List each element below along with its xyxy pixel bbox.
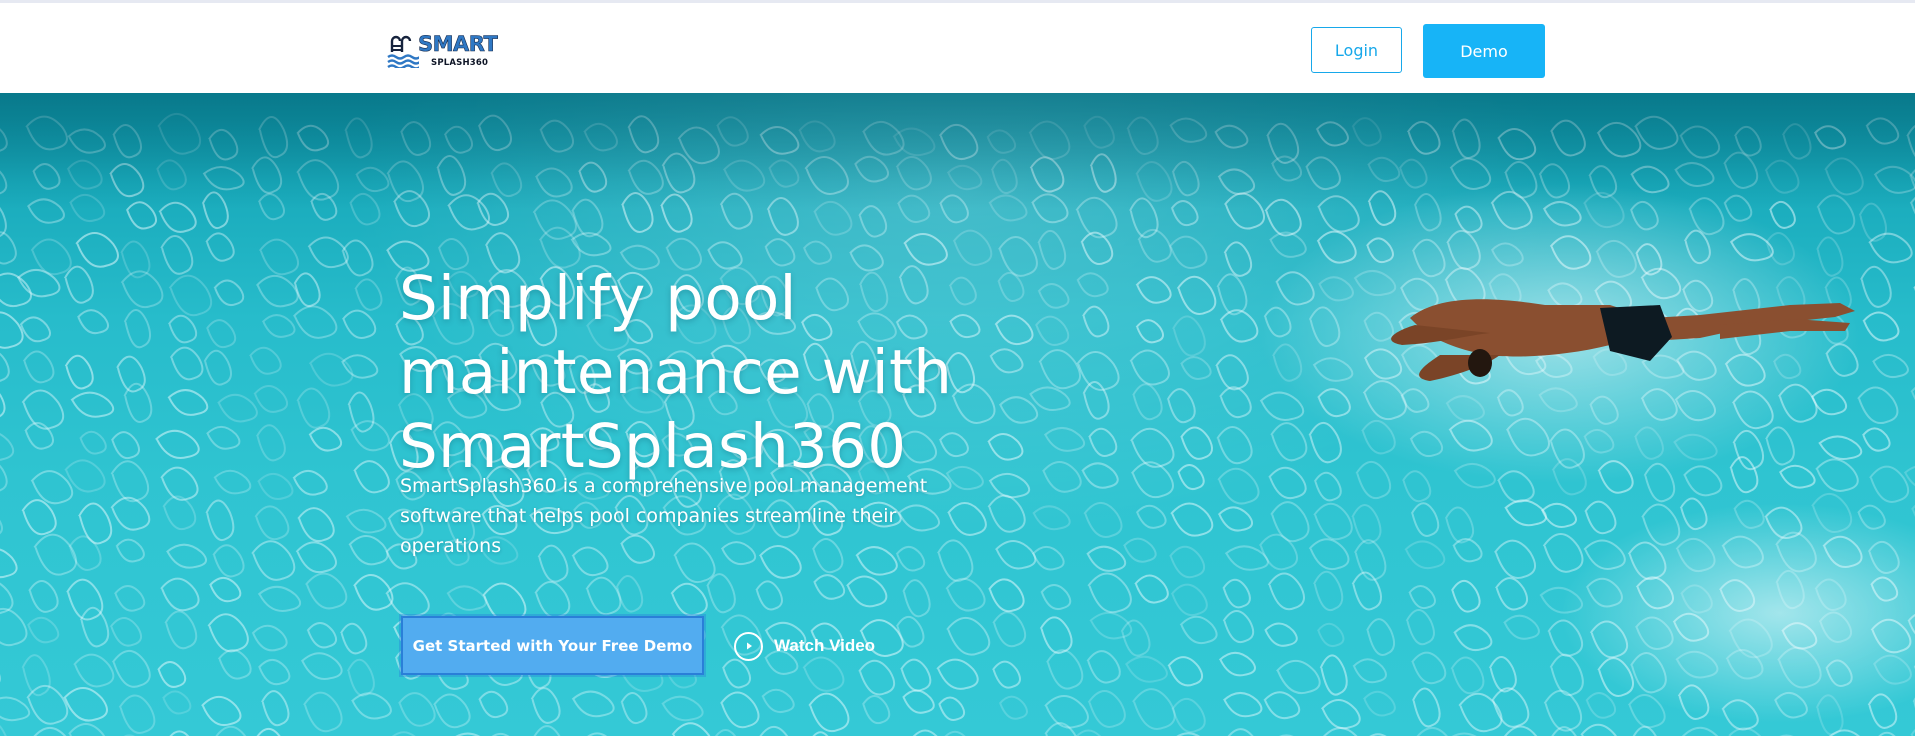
logo-subtitle: SPLASH360	[431, 58, 489, 68]
site-logo[interactable]: SMART SPLASH360	[387, 31, 499, 71]
watch-video-link[interactable]: Watch Video	[734, 630, 875, 662]
login-button[interactable]: Login	[1311, 27, 1402, 73]
hero-description: SmartSplash360 is a comprehensive pool m…	[400, 471, 1000, 561]
logo-wordmark: SMART	[418, 32, 498, 57]
demo-button[interactable]: Demo	[1423, 24, 1545, 78]
hero-title: Simplify pool maintenance with SmartSpla…	[399, 262, 1039, 484]
hero-description-line: SmartSplash360 is a comprehensive pool m…	[400, 475, 928, 497]
hero-title-line: maintenance with	[399, 336, 953, 408]
hero-title-line: Simplify pool	[399, 262, 797, 334]
watch-video-label: Watch Video	[774, 636, 876, 655]
play-circle-icon	[734, 631, 763, 661]
hero-description-line: operations	[400, 535, 502, 557]
site-header: SMART SPLASH360 Login Demo	[0, 3, 1915, 93]
pool-ladder-wave-icon	[387, 35, 419, 68]
free-demo-cta-button[interactable]: Get Started with Your Free Demo	[401, 616, 704, 675]
hero-description-line: software that helps pool companies strea…	[400, 505, 897, 527]
hero-section: Simplify pool maintenance with SmartSpla…	[0, 93, 1915, 736]
